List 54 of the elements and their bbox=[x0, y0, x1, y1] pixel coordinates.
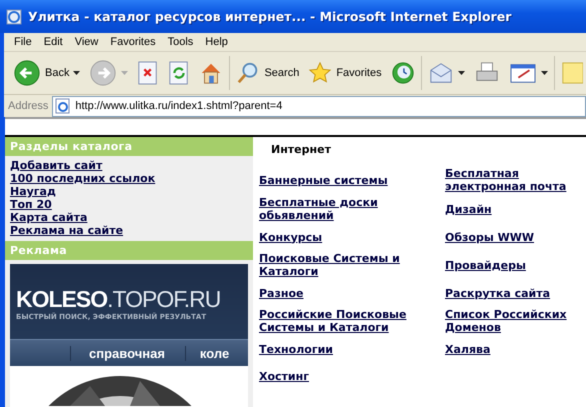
window-title: Улитка - каталог ресурсов интернет... - Microsoft Internet Explorer bbox=[28, 9, 512, 24]
category-heading: Интернет bbox=[270, 142, 332, 158]
edit-icon bbox=[508, 61, 537, 85]
banner-tab: коле bbox=[184, 346, 244, 360]
star-icon bbox=[308, 61, 332, 85]
category-link[interactable]: Технологии bbox=[259, 342, 333, 356]
sidebar-link[interactable]: Реклама на сайте bbox=[10, 224, 248, 237]
category-link[interactable]: Дизайн bbox=[445, 202, 492, 216]
menu-item[interactable]: Tools bbox=[162, 36, 200, 48]
note-icon bbox=[560, 61, 583, 85]
category-link[interactable]: Халява bbox=[445, 342, 490, 356]
banner-tab: справочная bbox=[70, 346, 185, 360]
category-link[interactable]: Список Российских Доменов bbox=[445, 308, 586, 334]
category-link[interactable]: Бесплатная электронная почта bbox=[445, 167, 586, 193]
menu-item[interactable]: File bbox=[8, 36, 38, 48]
category-link[interactable]: Конкурсы bbox=[259, 230, 322, 244]
arrow-right-icon bbox=[89, 59, 118, 87]
sidebar-link[interactable]: Наугад bbox=[10, 185, 248, 198]
category-link[interactable]: Поисковые Системы и Каталоги bbox=[259, 252, 445, 278]
caret-icon bbox=[458, 71, 465, 75]
page-icon bbox=[55, 98, 72, 114]
caret-icon bbox=[73, 71, 80, 75]
sidebar-link[interactable]: Добавить сайт bbox=[10, 159, 248, 172]
envelope-icon bbox=[428, 61, 454, 85]
menu-item[interactable]: View bbox=[68, 36, 104, 48]
refresh-icon bbox=[168, 61, 190, 85]
stop-icon bbox=[137, 61, 160, 85]
favorites-button[interactable]: Favorites bbox=[305, 61, 385, 85]
search-button[interactable]: Search bbox=[233, 61, 302, 85]
browser-icon bbox=[6, 8, 22, 24]
menu-item[interactable]: Help bbox=[199, 36, 234, 48]
category-link[interactable]: Раскрутка сайта bbox=[445, 286, 550, 300]
category-link[interactable]: Хостинг bbox=[259, 370, 309, 382]
address-field[interactable]: http://www.ulitka.ru/index1.shtml?parent=4 bbox=[52, 96, 586, 116]
back-button[interactable]: Back bbox=[10, 59, 84, 87]
sidebar-link[interactable]: Карта сайта bbox=[10, 211, 248, 224]
caret-icon bbox=[121, 71, 128, 75]
category-link[interactable]: Разное bbox=[259, 286, 304, 300]
arrow-left-icon bbox=[13, 59, 41, 87]
category-link[interactable]: Бесплатные доски обьявлений bbox=[259, 196, 445, 222]
sidebar-link[interactable]: 100 последних ссылок bbox=[10, 172, 248, 185]
menu-item[interactable]: Favorites bbox=[104, 36, 162, 48]
address-label: Address bbox=[8, 100, 48, 112]
category-link[interactable]: Обзоры WWW bbox=[445, 230, 534, 244]
menu-item[interactable]: Edit bbox=[38, 36, 69, 48]
banner-logo: KOLESO.TOPOF.RU bbox=[15, 285, 222, 312]
category-link[interactable]: Провайдеры bbox=[445, 258, 526, 272]
clock-icon bbox=[390, 61, 415, 85]
caret-icon bbox=[540, 71, 548, 75]
sidebar-link[interactable]: Топ 20 bbox=[10, 198, 248, 211]
category-link[interactable]: Российские Поисковые Системы и Каталоги bbox=[259, 308, 445, 334]
category-link[interactable]: Баннерные системы bbox=[259, 174, 388, 186]
section-heading: Разделы каталога bbox=[5, 137, 253, 156]
section-heading: Реклама bbox=[5, 241, 253, 260]
